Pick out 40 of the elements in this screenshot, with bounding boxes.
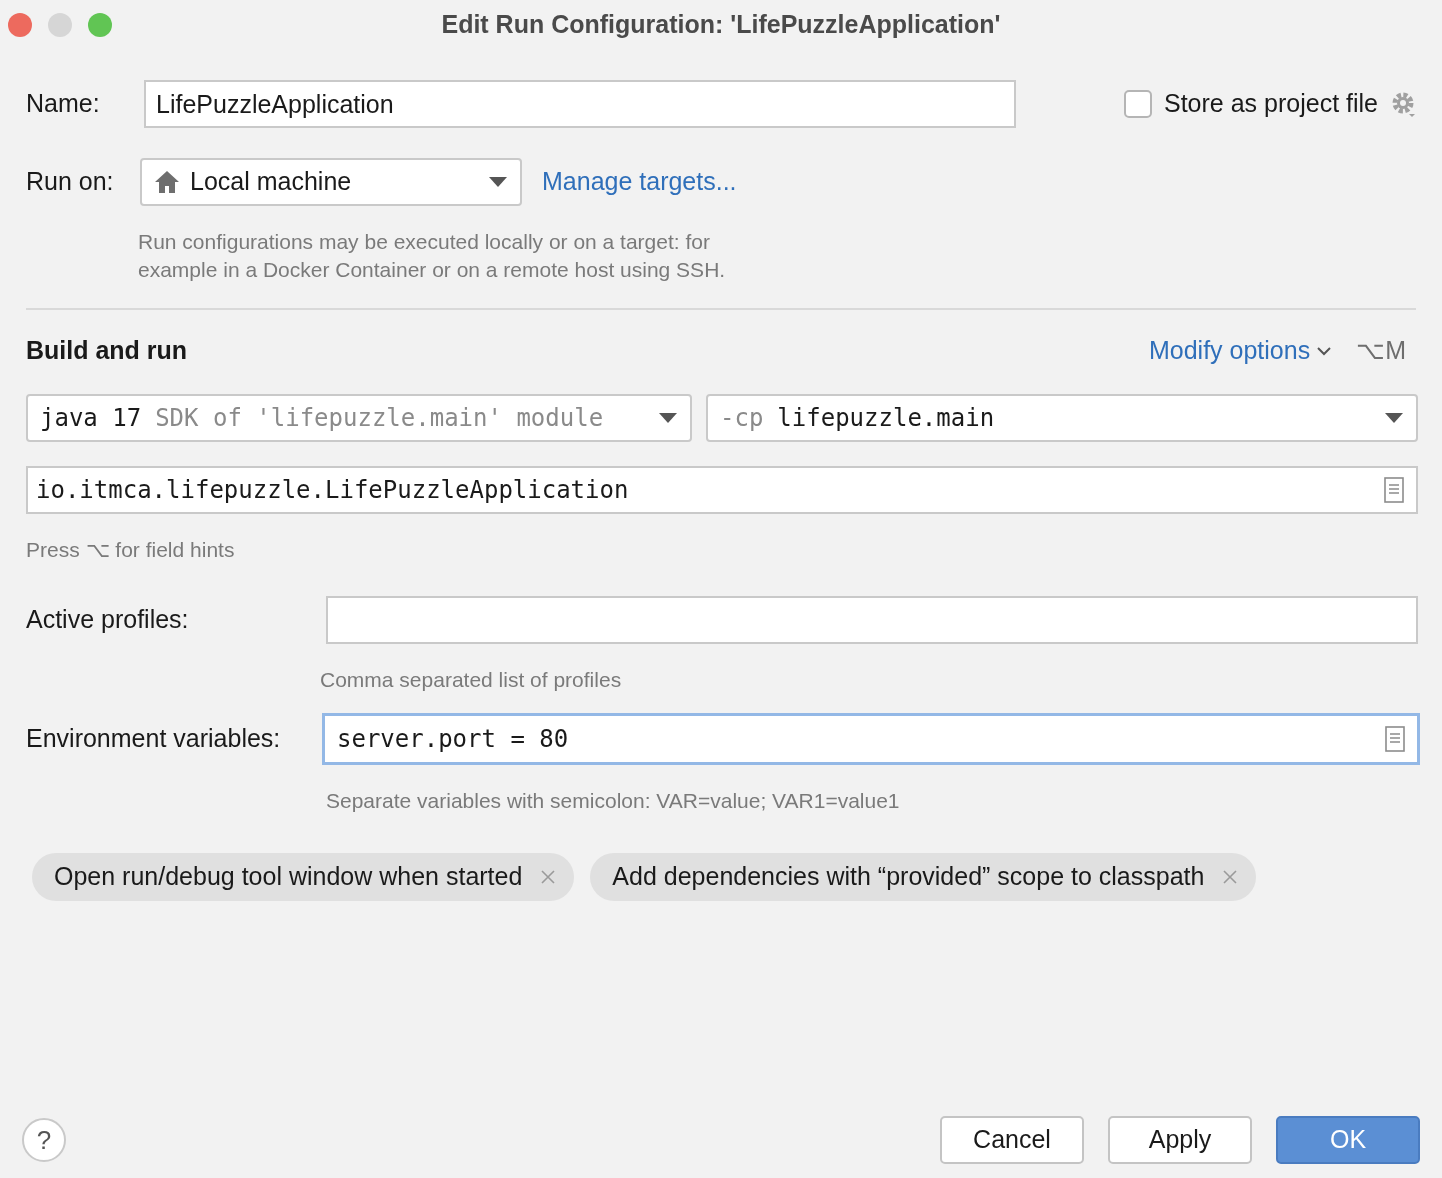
modify-options-link[interactable]: Modify options: [1148, 332, 1333, 370]
minimize-button[interactable]: [48, 13, 72, 37]
name-input-field[interactable]: LifePuzzleApplication: [144, 80, 1016, 128]
option-tag[interactable]: Open run/debug tool window when started: [32, 852, 575, 901]
maximize-button[interactable]: [88, 13, 112, 37]
jre-dropdown[interactable]: java 17 SDK of 'lifepuzzle.main' module: [26, 394, 692, 442]
run-on-dropdown[interactable]: Local machine: [140, 158, 522, 206]
dropdown-caret-icon: [1384, 412, 1404, 424]
dialog-button[interactable]: Cancel: [940, 1116, 1084, 1164]
list-icon[interactable]: [1384, 477, 1404, 503]
section-heading: Build and run: [26, 335, 188, 367]
checkbox[interactable]: [1124, 90, 1152, 118]
field-hint-text: Press ⌥ for field hints: [26, 537, 236, 563]
name-label: Name:: [26, 88, 101, 120]
window-title: Edit Run Configuration: 'LifePuzzleApplication': [441, 9, 1001, 41]
text-input-field[interactable]: server.port = 80: [322, 713, 1420, 765]
house-icon: [154, 170, 180, 194]
manage-targets-link[interactable]: Manage targets...: [542, 163, 737, 201]
field-label: Environment variables:: [26, 723, 282, 755]
dialog-button[interactable]: Apply: [1108, 1116, 1252, 1164]
close-icon[interactable]: [1222, 868, 1239, 885]
shortcut-text: ⌥M: [1356, 335, 1406, 367]
run-on-label: Run on:: [26, 166, 115, 198]
chevron-down-icon: [1316, 346, 1333, 356]
run-on-hint-text: Run configurations may be executed locally or on a target: for example in a Docker Container or on a remote host using SSH.: [138, 229, 727, 283]
text-input-field[interactable]: [326, 595, 1418, 644]
dropdown-caret-icon: [488, 176, 508, 188]
field-hint-text: Comma separated list of profiles: [320, 666, 623, 693]
field-hint-text: Separate variables with semicolon: VAR=value; VAR1=value1: [326, 788, 901, 814]
gear-icon[interactable]: [1390, 90, 1416, 118]
field-label: Active profiles:: [26, 603, 190, 635]
classpath-dropdown[interactable]: -cp lifepuzzle.main: [706, 394, 1418, 442]
main-class-field[interactable]: io.itmca.lifepuzzle.LifePuzzleApplication: [26, 466, 1418, 514]
dropdown-caret-icon: [658, 412, 678, 424]
option-tag[interactable]: Add dependencies with “provided” scope to classpath: [590, 852, 1257, 901]
list-icon[interactable]: [1385, 726, 1405, 752]
close-icon[interactable]: [540, 868, 557, 885]
checkbox-label: Store as project file: [1164, 88, 1378, 120]
help-button[interactable]: ?: [22, 1118, 66, 1162]
close-button[interactable]: [8, 13, 32, 37]
